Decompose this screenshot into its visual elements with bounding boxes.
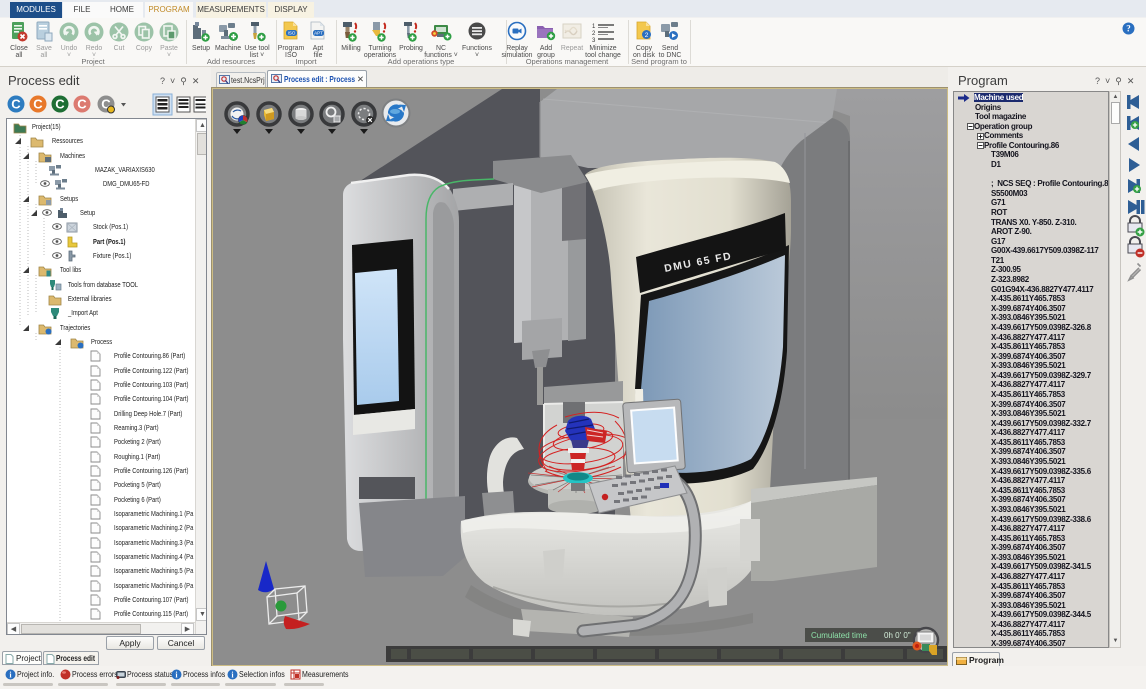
svg-text:2: 2 bbox=[592, 31, 596, 37]
svg-text:C: C bbox=[77, 97, 87, 112]
svg-text:C: C bbox=[55, 97, 65, 112]
svg-text:0h 0' 0": 0h 0' 0" bbox=[884, 631, 911, 640]
svg-text:?: ? bbox=[1126, 24, 1131, 34]
svg-text:C: C bbox=[33, 97, 43, 112]
svg-text:C: C bbox=[11, 97, 21, 112]
svg-text:APT: APT bbox=[314, 31, 323, 36]
svg-text:Cumulated time: Cumulated time bbox=[811, 631, 868, 640]
svg-text:1: 1 bbox=[592, 24, 596, 30]
